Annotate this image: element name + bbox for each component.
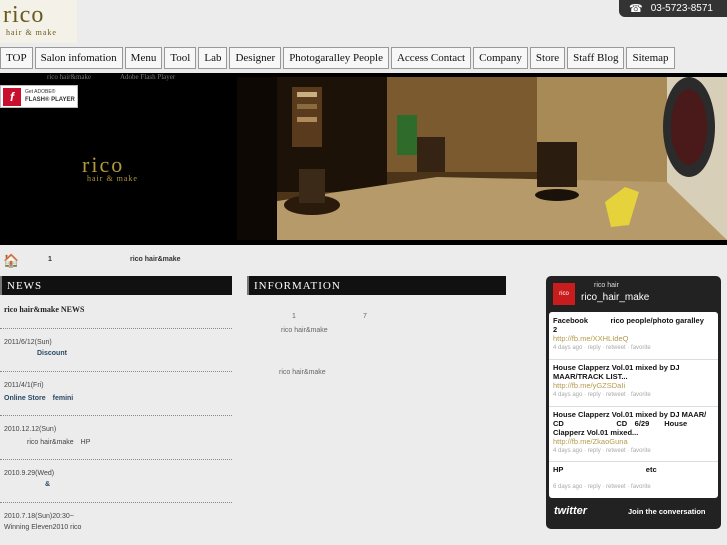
news-date: 2010.12.12(Sun) [4, 426, 57, 433]
divider [549, 359, 718, 360]
tweet: Facebook rico people/photo garalley 2 ht… [553, 316, 719, 353]
nav-designer[interactable]: Designer [229, 47, 282, 69]
news-date: 2011/4/1(Fri) [4, 382, 44, 389]
subline-right: Adobe Flash Player [120, 73, 176, 81]
divider [549, 461, 718, 462]
nav-store[interactable]: Store [529, 47, 566, 69]
get-flash-player-button[interactable]: f Get ADOBE® FLASH® PLAYER [0, 85, 78, 108]
tweet: House Clapperz Vol.01 mixed by DJ MAAR/ … [553, 410, 715, 456]
nav-tool[interactable]: Tool [164, 47, 197, 69]
news-date: 2011/6/12(Sun) [4, 339, 52, 346]
logo-main: rico [3, 2, 45, 28]
flash-icon: f [3, 88, 21, 106]
news-date: 2010.9.29(Wed) [4, 470, 55, 477]
site-logo[interactable]: rico hair & make [0, 0, 77, 43]
divider [0, 328, 232, 329]
news-headline[interactable]: rico hair&make HP [27, 437, 90, 447]
nav-top[interactable]: TOP [0, 47, 33, 69]
news-date: 2010.7.18(Sun)20:30~ [4, 513, 74, 520]
tweet-meta[interactable]: 4 days ago · reply · retweet · favorite [553, 344, 715, 353]
phone-bar: ☎ 03-5723-8571 [619, 0, 727, 17]
nav-menu[interactable]: Menu [124, 47, 163, 69]
tweet-text: House Clapperz Vol.01 mixed by DJ MAAR/ … [553, 410, 707, 437]
tweet-meta[interactable]: 4 days ago · reply · retweet · favorite [553, 447, 715, 456]
info-text: 1 [292, 313, 296, 320]
divider [0, 502, 232, 503]
nav-access-contact[interactable]: Access Contact [390, 47, 472, 69]
nav-sitemap[interactable]: Sitemap [626, 47, 675, 69]
breadcrumb-num: 1 [48, 256, 52, 263]
breadcrumb-label[interactable]: rico hair&make [130, 256, 181, 263]
main-nav: TOP Salon infomation Menu Tool Lab Desig… [0, 47, 677, 69]
tweet-text: House Clapperz Vol.01 mixed by DJ MAAR/T… [553, 363, 680, 381]
nav-company[interactable]: Company [473, 47, 528, 69]
logo-sub: hair & make [6, 28, 57, 37]
salon-interior-image [237, 77, 727, 240]
nav-staff-blog[interactable]: Staff Blog [567, 47, 625, 69]
salon-photo [237, 77, 727, 240]
avatar[interactable]: rico [553, 283, 575, 305]
divider [0, 459, 232, 460]
divider [0, 371, 232, 372]
twitter-logo[interactable]: twitter [554, 505, 587, 517]
tweet-link[interactable]: http://fb.me/XXHLIdeQ [553, 334, 715, 343]
news-headline[interactable]: & [45, 481, 50, 488]
tweet-meta[interactable]: 4 days ago · reply · retweet · favorite [553, 391, 715, 400]
tweet-text: HP etc [553, 465, 657, 474]
divider [0, 415, 232, 416]
tweet-link[interactable]: http://fb.me/yGZSDaIi [553, 381, 715, 390]
news-headline[interactable]: Discount [37, 350, 67, 357]
info-text: rico hair&make [281, 327, 328, 334]
nav-photogaralley-people[interactable]: Photogaralley People [283, 47, 389, 69]
info-text: rico hair&make [279, 369, 326, 376]
information-heading: INFORMATION [247, 276, 506, 295]
twitter-widget: rico rico hair rico_hair_make Facebook r… [546, 276, 721, 529]
info-text: 7 [363, 313, 367, 320]
tweet-list: Facebook rico people/photo garalley 2 ht… [549, 312, 719, 498]
nav-salon-information[interactable]: Salon infomation [34, 47, 123, 69]
phone-icon: ☎ [629, 3, 643, 15]
news-headline[interactable]: Online Store femini [4, 393, 73, 403]
twitter-name: rico hair [594, 282, 619, 289]
twitter-handle[interactable]: rico_hair_make [581, 292, 649, 303]
news-headline[interactable]: Winning Eleven2010 rico [4, 524, 81, 531]
phone-number: 03-5723-8571 [650, 3, 713, 14]
tweet-meta[interactable]: 6 days ago · reply · retweet · favorite [553, 483, 715, 492]
banner-brand-sub: hair & make [87, 174, 138, 183]
tweet: House Clapperz Vol.01 mixed by DJ MAAR/T… [553, 363, 715, 400]
flash-line2: FLASH® PLAYER [25, 97, 75, 103]
home-icon[interactable]: 🏠 [3, 253, 19, 269]
news-heading: NEWS [0, 276, 232, 295]
flash-line1: Get ADOBE® [25, 89, 56, 95]
news-title: rico hair&make NEWS [4, 305, 85, 314]
tweet-text: Facebook rico people/photo garalley 2 [553, 316, 719, 334]
tweet: HP etc 6 days ago · reply · retweet · fa… [553, 465, 715, 492]
join-conversation-link[interactable]: Join the conversation [628, 507, 706, 516]
nav-lab[interactable]: Lab [198, 47, 228, 69]
divider [549, 406, 718, 407]
subline-left: rico hair&make [47, 73, 92, 81]
tweet-link[interactable]: http://fb.me/ZkaoGuna [553, 437, 715, 446]
